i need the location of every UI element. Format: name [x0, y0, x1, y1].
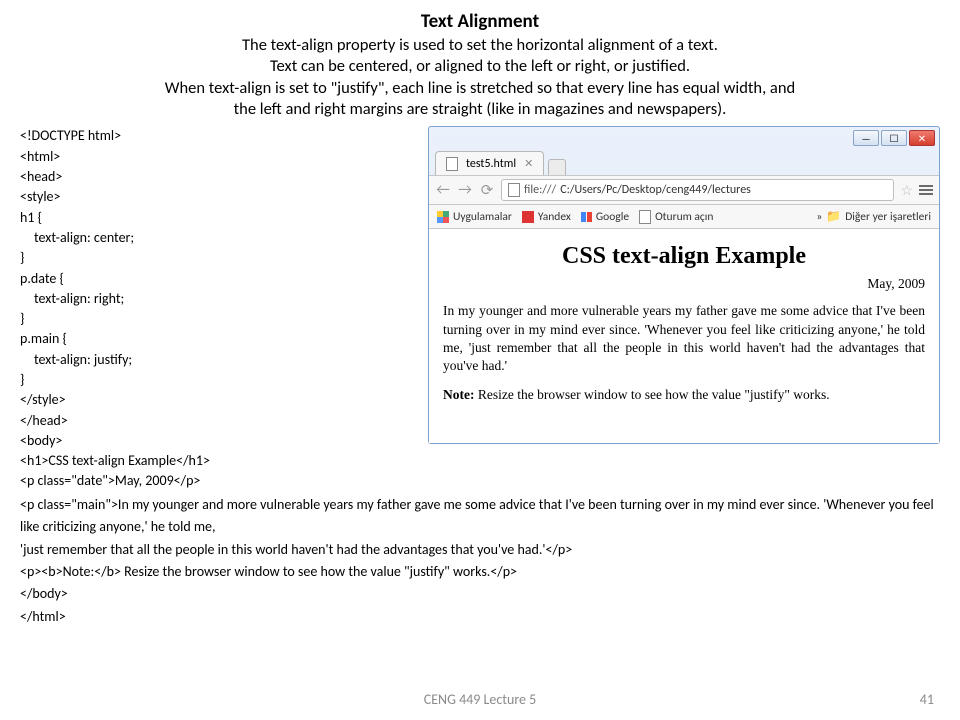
browser-window: — ☐ ✕ test5.html ✕ ← → ⟳	[428, 126, 940, 444]
apps-icon	[437, 211, 449, 223]
window-close-button[interactable]: ✕	[909, 130, 935, 146]
tab-close-icon[interactable]: ✕	[524, 157, 533, 170]
code-line: 'just remember that all the people in th…	[20, 539, 940, 561]
file-icon	[446, 157, 458, 171]
page-paragraph: In my younger and more vulnerable years …	[443, 302, 925, 375]
code-line: p.main {	[20, 329, 420, 349]
slide-title: Text Alignment	[20, 10, 940, 35]
page-icon	[508, 183, 520, 197]
code-line: text-align: center;	[20, 228, 420, 248]
toolbar: ← → ⟳ file:/// C:/Users/Pc/Desktop/ceng4…	[429, 175, 939, 205]
bookmark-google[interactable]: Google	[581, 210, 629, 224]
yandex-icon	[522, 211, 534, 223]
chevron-right-icon: »	[816, 210, 822, 224]
url-scheme: file:///	[524, 183, 556, 197]
bookmark-label: Google	[596, 210, 629, 224]
address-bar[interactable]: file:/// C:/Users/Pc/Desktop/ceng449/lec…	[501, 179, 894, 201]
forward-icon[interactable]: →	[457, 181, 473, 199]
back-icon[interactable]: ←	[435, 181, 451, 199]
title-line: When text-align is set to "justify", eac…	[20, 78, 940, 99]
code-line: <head>	[20, 167, 420, 187]
url-path: C:/Users/Pc/Desktop/ceng449/lectures	[560, 183, 751, 197]
note-text: Resize the browser window to see how the…	[474, 387, 829, 402]
tab-strip: test5.html ✕	[429, 149, 939, 175]
footer-text: CENG 449 Lecture 5	[424, 691, 537, 708]
code-line: text-align: right;	[20, 289, 420, 309]
slide-footer: CENG 449 Lecture 5 41	[0, 691, 960, 708]
code-line: <body>	[20, 431, 420, 451]
code-line: <p class="main">In my younger and more v…	[20, 494, 940, 539]
code-line: <p><b>Note:</b> Resize the browser windo…	[20, 561, 940, 583]
bookmark-star-icon[interactable]: ☆	[900, 182, 913, 199]
code-line: <p class="date">May, 2009</p>	[20, 471, 420, 491]
code-line: }	[20, 370, 420, 390]
bookmark-login[interactable]: Oturum açın	[639, 210, 713, 224]
code-line: </body>	[20, 583, 940, 605]
code-listing-continued: <p class="main">In my younger and more v…	[20, 494, 940, 628]
title-block: Text Alignment The text-align property i…	[20, 10, 940, 120]
bookmarks-bar: Uygulamalar Yandex Google Oturum açın	[429, 205, 939, 229]
code-line: p.date {	[20, 269, 420, 289]
bookmark-label: Diğer yer işaretleri	[845, 210, 931, 224]
rendered-page: CSS text-align Example May, 2009 In my y…	[429, 229, 939, 443]
code-line: </html>	[20, 606, 940, 628]
title-line: Text can be centered, or aligned to the …	[20, 56, 940, 77]
page-icon	[639, 210, 651, 224]
page-date: May, 2009	[443, 276, 925, 292]
bookmark-apps[interactable]: Uygulamalar	[437, 210, 512, 224]
tab-title: test5.html	[466, 157, 516, 171]
code-line: }	[20, 309, 420, 329]
page-number: 41	[920, 691, 934, 708]
window-minimize-button[interactable]: —	[853, 130, 879, 146]
google-icon	[581, 212, 592, 222]
bookmark-overflow[interactable]: » 📁 Diğer yer işaretleri	[816, 209, 931, 224]
code-line: <h1>CSS text-align Example</h1>	[20, 451, 420, 471]
bookmark-yandex[interactable]: Yandex	[522, 210, 571, 224]
bookmark-label: Oturum açın	[655, 210, 713, 224]
folder-icon: 📁	[826, 209, 841, 224]
bookmark-label: Yandex	[538, 210, 571, 224]
code-line: <html>	[20, 147, 420, 167]
title-line: the left and right margins are straight …	[20, 99, 940, 120]
page-note: Note: Resize the browser window to see h…	[443, 387, 925, 403]
title-line: The text-align property is used to set t…	[20, 35, 940, 56]
reload-icon[interactable]: ⟳	[479, 181, 495, 200]
browser-tab[interactable]: test5.html ✕	[435, 151, 544, 175]
note-label: Note:	[443, 387, 474, 402]
window-titlebar: — ☐ ✕	[429, 127, 939, 149]
new-tab-button[interactable]	[548, 159, 566, 175]
code-line: </head>	[20, 411, 420, 431]
code-line: <style>	[20, 187, 420, 207]
code-line: }	[20, 248, 420, 268]
code-listing: <!DOCTYPE html> <html> <head> <style> h1…	[20, 126, 420, 491]
code-line: text-align: justify;	[20, 350, 420, 370]
code-line: </style>	[20, 390, 420, 410]
bookmark-label: Uygulamalar	[453, 210, 512, 224]
code-line: h1 {	[20, 208, 420, 228]
code-line: <!DOCTYPE html>	[20, 126, 420, 146]
menu-icon[interactable]	[919, 185, 933, 195]
window-maximize-button[interactable]: ☐	[881, 130, 907, 146]
page-heading: CSS text-align Example	[443, 243, 925, 270]
